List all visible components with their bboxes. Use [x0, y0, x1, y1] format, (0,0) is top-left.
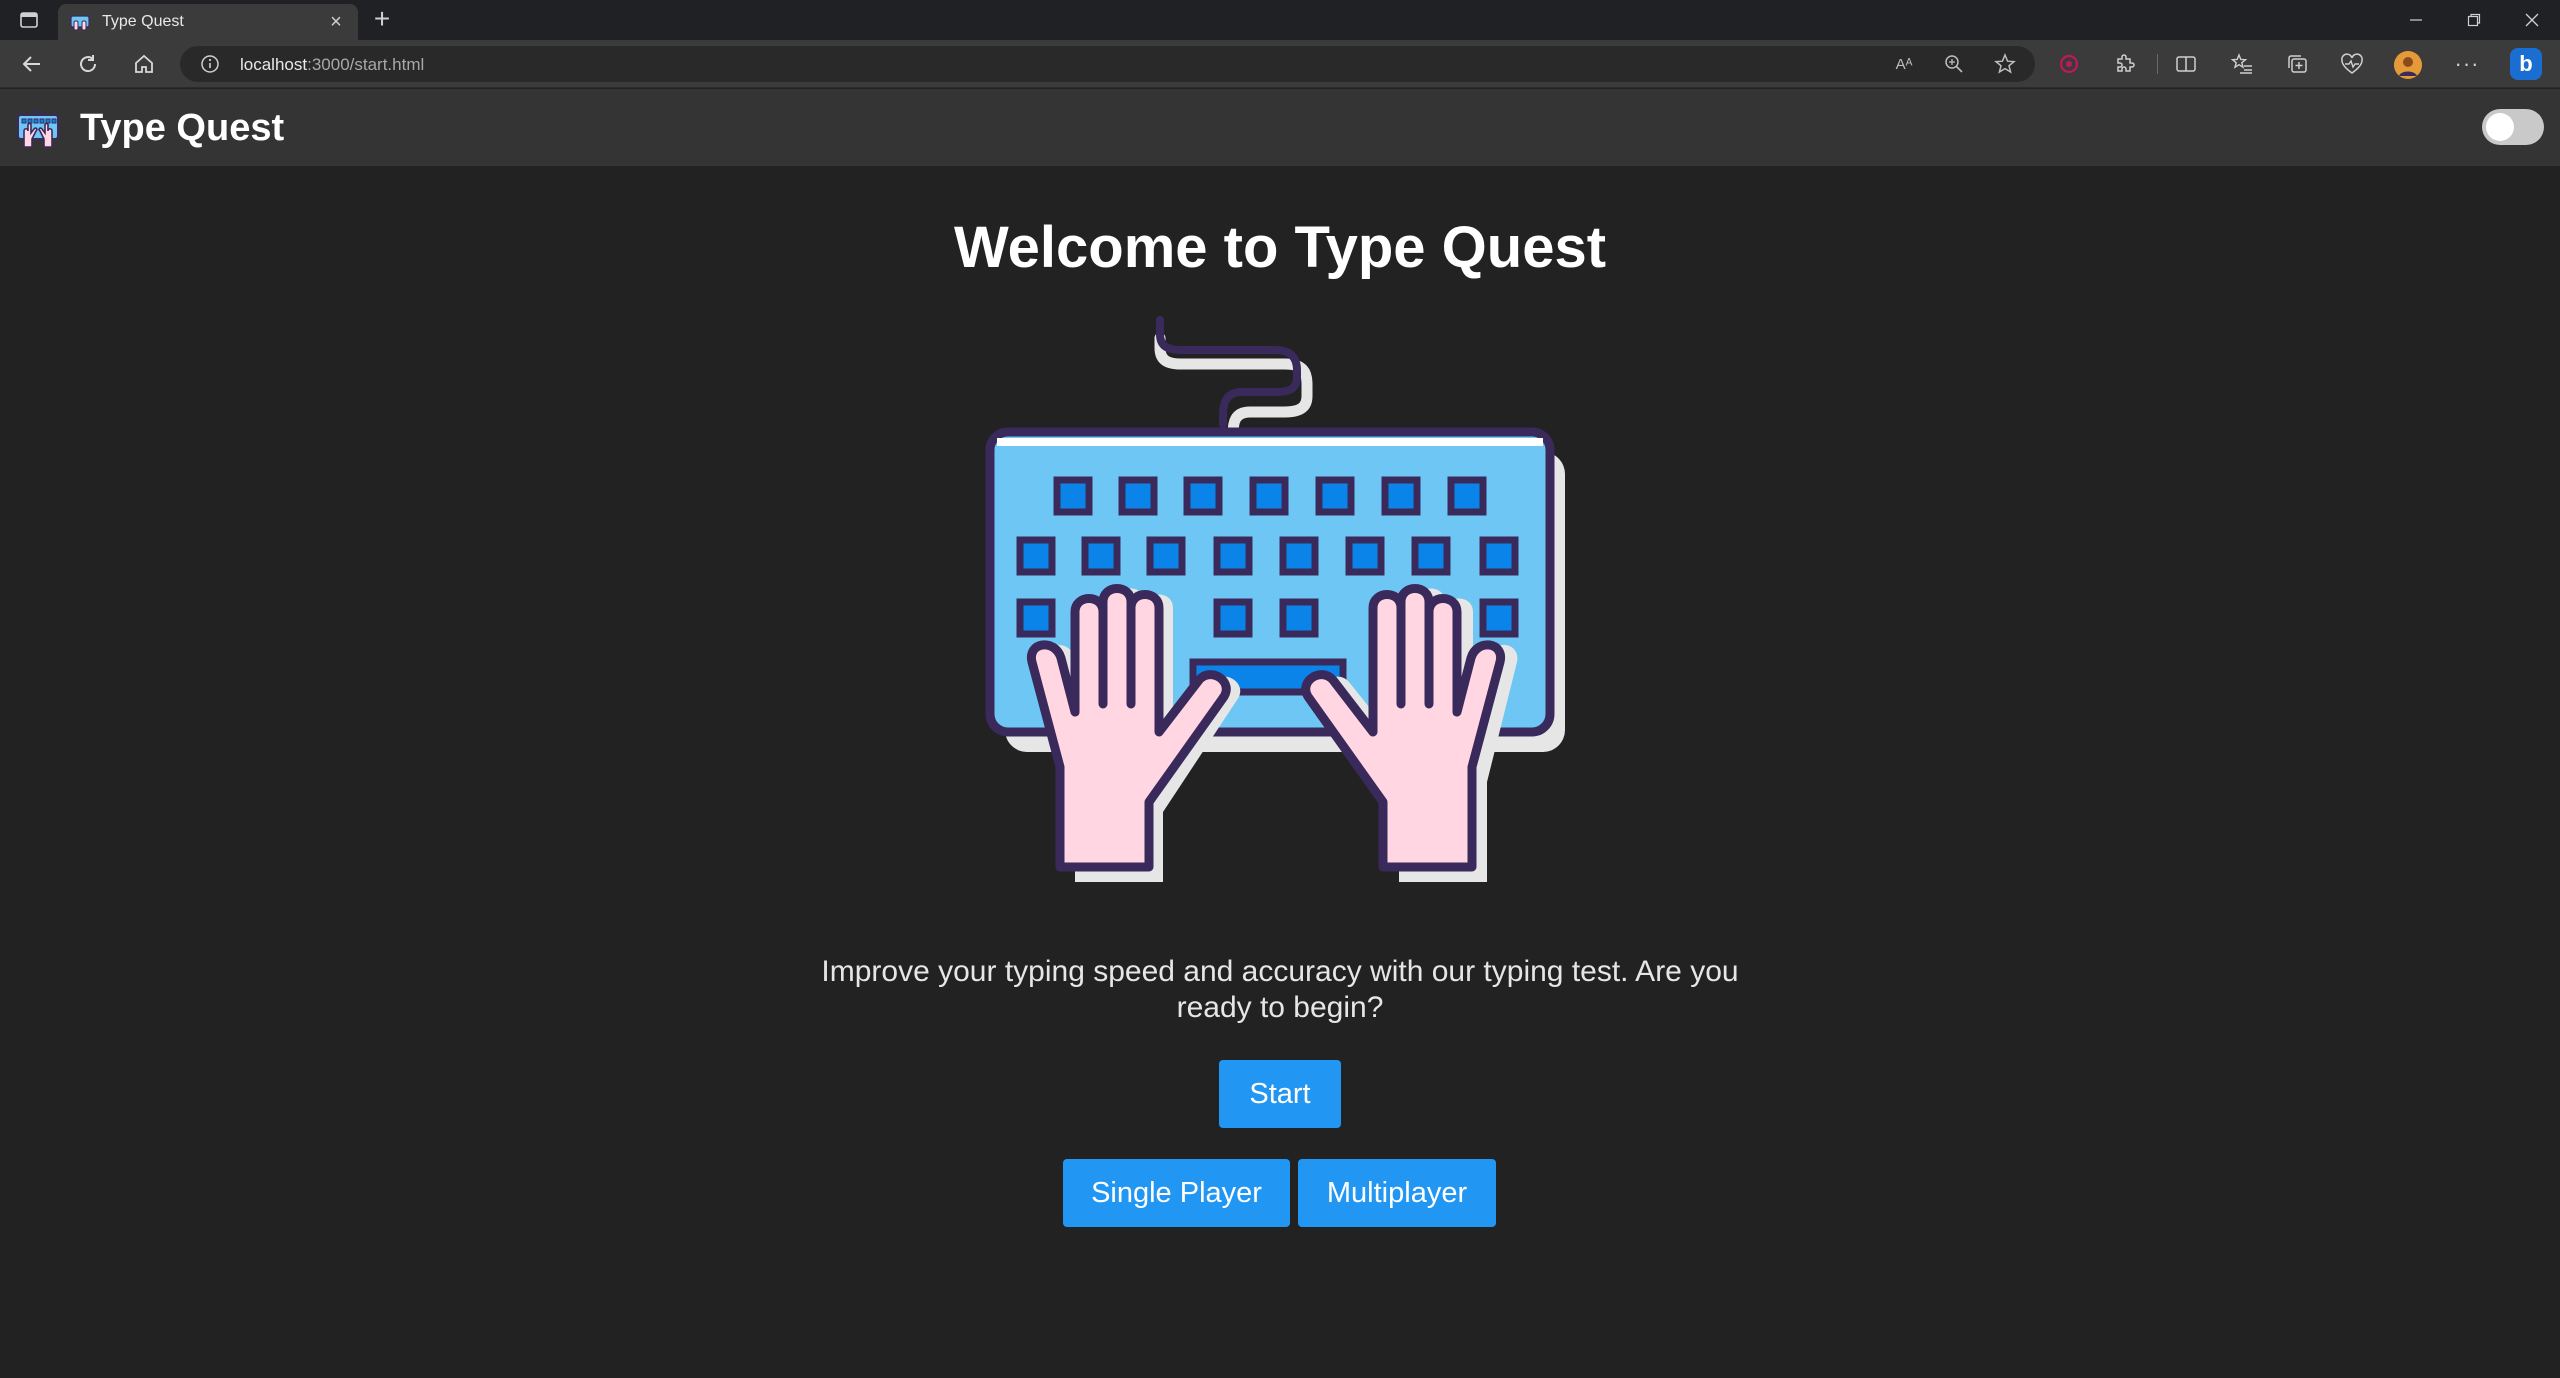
keyboard-hands-illustration: [985, 316, 1565, 882]
restore-icon[interactable]: [2446, 4, 2502, 36]
collections-icon[interactable]: [2283, 50, 2311, 78]
welcome-heading: Welcome to Type Quest: [953, 215, 1607, 280]
browser-tab[interactable]: Type Quest ×: [58, 4, 358, 40]
main-content: Welcome to Type Quest Improve your typin…: [0, 166, 2560, 1378]
multiplayer-button[interactable]: Multiplayer: [1298, 1159, 1496, 1227]
keyboard-logo-icon: [17, 108, 59, 148]
toolbar-separator: [2157, 54, 2158, 74]
new-tab-icon[interactable]: +: [368, 5, 396, 34]
url-path: :3000/start.html: [307, 55, 425, 74]
address-bar[interactable]: localhost:3000/start.html Aᴬ: [180, 46, 2035, 82]
back-icon[interactable]: [16, 48, 48, 80]
split-screen-icon[interactable]: [2172, 50, 2200, 78]
tab-actions-icon[interactable]: [18, 10, 40, 30]
read-aloud-icon[interactable]: Aᴬ: [1892, 52, 1916, 76]
url-host: localhost: [240, 55, 308, 74]
start-button[interactable]: Start: [1219, 1060, 1341, 1128]
read-aloud-label: Aᴬ: [1895, 55, 1913, 73]
tab-title: Type Quest: [102, 13, 184, 30]
browser-toolbar: localhost:3000/start.html Aᴬ ··· b: [0, 40, 2560, 88]
close-window-icon[interactable]: [2504, 4, 2560, 36]
keyboard-favicon-icon: [70, 15, 90, 31]
profile-avatar[interactable]: [2394, 51, 2422, 79]
close-tab-icon[interactable]: ×: [326, 12, 346, 32]
zoom-icon[interactable]: [1942, 52, 1966, 76]
browser-tab-strip: Type Quest × +: [0, 0, 2560, 40]
favorite-star-icon[interactable]: [1993, 52, 2017, 76]
tagline-text: Improve your typing speed and accuracy w…: [821, 955, 1739, 1024]
site-title: Type Quest: [80, 107, 285, 149]
home-icon[interactable]: [128, 48, 160, 80]
refresh-icon[interactable]: [72, 48, 104, 80]
extension-red-icon[interactable]: [2055, 50, 2083, 78]
site-header: Type Quest: [0, 89, 2560, 166]
browser-essentials-icon[interactable]: [2338, 50, 2366, 78]
extensions-puzzle-icon[interactable]: [2110, 50, 2138, 78]
site-info-icon[interactable]: [200, 54, 220, 74]
theme-toggle-switch[interactable]: [2482, 109, 2544, 145]
url-text[interactable]: localhost:3000/start.html: [240, 55, 424, 75]
copilot-bing-icon[interactable]: b: [2510, 48, 2542, 80]
minimize-icon[interactable]: [2388, 4, 2444, 36]
toggle-knob: [2486, 113, 2514, 141]
favorites-list-icon[interactable]: [2228, 50, 2256, 78]
settings-more-icon[interactable]: ···: [2453, 50, 2481, 78]
single-player-button[interactable]: Single Player: [1063, 1159, 1290, 1227]
